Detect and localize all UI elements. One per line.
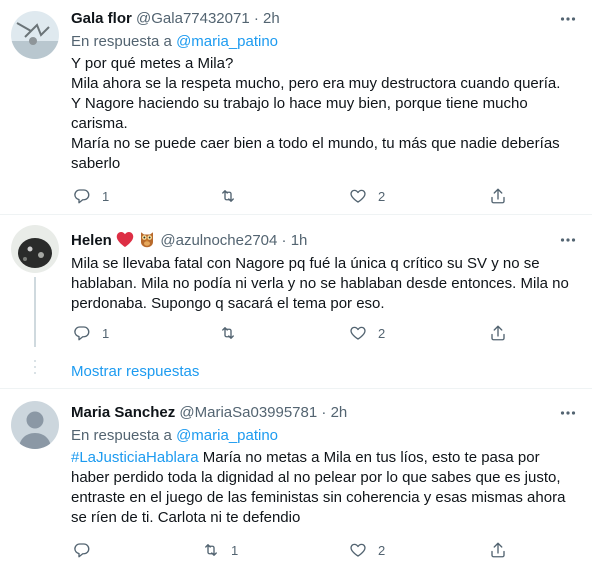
tweet-text-line: Mila se llevaba fatal con Nagore pq fué … [71,255,540,272]
tweet-text-line: perdonaba. Supongo q sacará el tema por … [71,295,385,312]
reply-button[interactable]: 1 [73,186,109,206]
avatar[interactable] [11,225,59,273]
share-button[interactable] [489,323,507,343]
share-button[interactable] [489,540,507,560]
like-count: 2 [378,188,386,204]
timestamp[interactable]: 2h [263,10,280,27]
tweet-text-line: saberlo [71,155,121,172]
author-name[interactable]: Gala flor [71,10,132,27]
thread-dots [33,360,37,378]
tweet-maria-sanchez[interactable]: Maria Sanchez @MariaSa03995781 · 2h En r… [0,389,592,574]
timestamp[interactable]: 2h [331,404,348,421]
tweet-text-line: #LaJusticiaHablara María no metas a Mila… [71,448,578,468]
like-button[interactable]: 2 [349,186,385,206]
like-button[interactable]: 2 [349,323,385,343]
reply-context: En respuesta a @maria_patino [71,32,578,52]
retweet-icon [222,327,234,339]
tweet-actions: 1 2 [71,540,511,560]
tweet-text: Y por qué metes a Mila? Mila ahora se la… [71,54,578,174]
tweet-helen[interactable]: Helen @azulnoche2704 · 1h Mila se llevab… [0,215,592,355]
author-handle[interactable]: @MariaSa03995781 [179,404,317,421]
author-handle[interactable]: @Gala77432071 [136,10,250,27]
separator-dot: · [281,232,287,249]
separator-dot: · [321,404,327,421]
retweet-button[interactable]: 1 [202,540,238,560]
heart-icon [350,543,366,557]
reply-icon [74,543,90,558]
share-icon [491,325,505,341]
avatar[interactable] [11,11,59,59]
more-options-icon[interactable] [558,230,578,250]
like-count: 2 [378,325,386,341]
tweet-text-line: María no se puede caer bien a todo el mu… [71,135,560,152]
tweet-header: Gala flor @Gala77432071 · 2h [71,9,578,29]
reply-context: En respuesta a @maria_patino [71,426,578,446]
tweet-text-line: Mila ahora se la respeta mucho, pero era… [71,75,561,92]
retweet-count: 1 [231,542,239,558]
tweet-text-line: Y Nagore haciendo su trabajo lo hace muy… [71,95,528,112]
reply-to-link[interactable]: @maria_patino [176,427,278,444]
tweet-text-line: Y por qué metes a Mila? [71,55,234,72]
share-button[interactable] [489,186,507,206]
tweet-text-line: haber perdido toda la dignidad al no pel… [71,469,561,486]
share-icon [491,542,505,558]
reply-prefix: En respuesta a [71,427,172,444]
author-handle[interactable]: @azulnoche2704 [160,232,277,249]
tweet-text-line: se ríen de ti. Carlota ni te defendio [71,509,301,526]
author-name[interactable]: Maria Sanchez [71,404,175,421]
reply-to-link[interactable]: @maria_patino [176,33,278,50]
share-icon [491,188,505,204]
heart-icon [350,189,366,203]
hashtag-link[interactable]: #LaJusticiaHablara [71,449,199,466]
owl-emoji [138,230,156,254]
retweet-icon [222,190,234,202]
more-options-icon[interactable] [558,403,578,423]
reply-icon [74,189,90,204]
tweet-actions: 1 2 [71,323,511,343]
reply-icon [74,326,90,341]
reply-count: 1 [102,325,110,341]
tweet-text-line: hablaban. Mila no podía ni verla y no se… [71,275,569,292]
tweet-text: #LaJusticiaHablara María no metas a Mila… [71,448,578,528]
thread-line [34,277,36,347]
like-count: 2 [378,542,386,558]
more-options-icon[interactable] [558,9,578,29]
show-replies-link[interactable]: Mostrar respuestas [71,362,199,382]
author-name[interactable]: Helen [71,232,112,249]
separator-dot: · [253,10,259,27]
reply-button[interactable] [73,540,102,560]
retweet-icon [205,544,217,556]
tweet-text-fragment: María no metas a Mila en tus líos, esto … [198,449,540,466]
tweet-actions: 1 2 [71,186,511,206]
timestamp[interactable]: 1h [291,232,308,249]
tweet-text-line: entraste en el juego de las feministas s… [71,489,566,506]
tweet-gala-flor[interactable]: Gala flor @Gala77432071 · 2h En respuest… [0,0,592,214]
heart-emoji [116,231,134,254]
reply-prefix: En respuesta a [71,33,172,50]
like-button[interactable]: 2 [349,540,385,560]
retweet-button[interactable] [219,323,248,343]
reply-button[interactable]: 1 [73,323,109,343]
tweet-text: Mila se llevaba fatal con Nagore pq fué … [71,254,578,314]
tweet-header: Maria Sanchez @MariaSa03995781 · 2h [71,403,578,423]
retweet-button[interactable] [219,186,248,206]
avatar[interactable] [11,401,59,449]
tweet-header: Helen @azulnoche2704 · 1h [71,230,578,250]
heart-icon [350,326,366,340]
reply-count: 1 [102,188,110,204]
tweet-text-line: carisma. [71,115,128,132]
